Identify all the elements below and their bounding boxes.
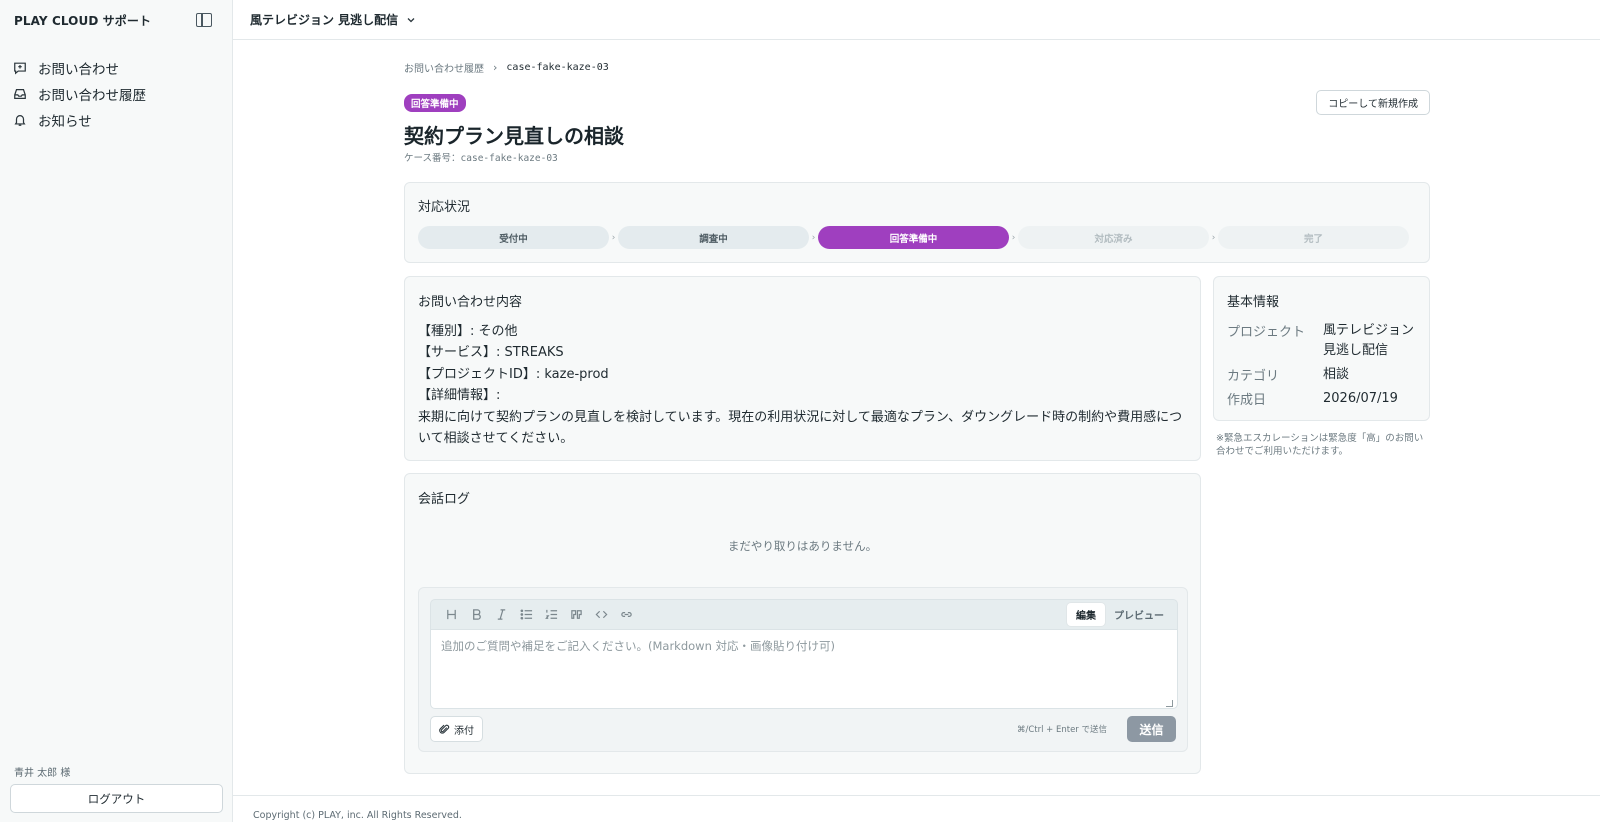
sidebar-item-history[interactable]: お問い合わせ履歴 (0, 81, 232, 107)
tab-preview[interactable]: プレビュー (1105, 603, 1173, 626)
status-step-preparing: 回答準備中 (818, 226, 1009, 249)
paperclip-icon (439, 724, 450, 734)
inquiry-line: 【サービス】: STREAKS (418, 345, 564, 361)
sidebar-item-inquiry[interactable]: お問い合わせ (0, 55, 232, 81)
step-chevron-icon: › (1011, 232, 1016, 243)
status-title: 対応状況 (418, 200, 471, 215)
project-selector[interactable]: 風テレビジョン 見逃し配信 (250, 11, 416, 28)
step-chevron-icon: › (1211, 232, 1216, 243)
send-shortcut-hint: ⌘/Ctrl + Enter で送信 (1016, 725, 1107, 735)
info-key: プロジェクト (1227, 325, 1306, 340)
numbered-list-button[interactable] (539, 604, 564, 626)
attach-label: 添付 (454, 725, 474, 737)
bell-icon (14, 115, 26, 126)
breadcrumb-separator-icon: › (493, 61, 498, 74)
status-steps: 受付中 › 調査中 › 回答準備中 › 対応済み › 完了 (418, 226, 1409, 249)
top-bar: 風テレビジョン 見逃し配信 (233, 0, 1600, 40)
conversation-log-title: 会話ログ (418, 492, 471, 507)
inquiry-title: お問い合わせ内容 (418, 295, 523, 310)
code-button[interactable] (589, 604, 614, 626)
basic-info-title: 基本情報 (1227, 295, 1280, 310)
empty-message: まだやり取りはありません。 (727, 539, 878, 553)
send-button[interactable]: 送信 (1127, 716, 1176, 742)
status-step-responded: 対応済み (1018, 226, 1209, 249)
step-chevron-icon: › (611, 232, 616, 243)
logout-button[interactable]: ログアウト (10, 784, 223, 813)
link-icon (621, 612, 632, 617)
inquiry-line: 【詳細情報】: (418, 388, 501, 404)
tab-edit[interactable]: 編集 (1067, 603, 1105, 626)
user-name: 青井 太郎 様 (14, 768, 71, 779)
info-key: 作成日 (1227, 393, 1267, 408)
footer: Copyright (c) PLAY, inc. All Rights Rese… (233, 795, 1600, 822)
status-card: 対応状況 受付中 › 調査中 › 回答準備中 › 対応済み › 完了 (404, 182, 1430, 263)
inquiry-line: 【プロジェクトID】: kaze-prod (418, 366, 609, 382)
heading-icon (447, 609, 456, 620)
inbox-icon (14, 89, 26, 99)
copy-new-button[interactable]: コピーして新規作成 (1316, 90, 1430, 115)
basic-info-card: 基本情報 プロジェクト 風テレビジョン見逃し配信 カテゴリ 相談 作成日 202… (1213, 276, 1430, 421)
inquiry-line: 【種別】: その他 (418, 324, 518, 339)
case-number-label: ケース番号： (404, 153, 461, 164)
conversation-log-card: 会話ログ まだやり取りはありません。 編集 プレビュー 追加のご質問や補足をご記… (404, 473, 1201, 774)
sidebar-item-label: お問い合わせ (38, 62, 119, 78)
sidebar-nav: お問い合わせ お問い合わせ履歴 お知らせ (0, 55, 232, 133)
heading-button[interactable] (439, 604, 464, 626)
resize-handle-icon[interactable] (1166, 700, 1173, 707)
sidebar-item-label: お問い合わせ履歴 (38, 88, 146, 104)
quote-button[interactable] (564, 604, 589, 626)
sidebar-toggle-icon[interactable] (196, 13, 212, 27)
bullet-list-icon (520, 609, 533, 620)
info-value: 相談 (1323, 367, 1350, 382)
case-number: ケース番号：case-fake-kaze-03 (404, 150, 558, 164)
status-step-investigating: 調査中 (618, 226, 809, 249)
bullet-list-button[interactable] (514, 604, 539, 626)
inquiry-body: 【種別】: その他 【サービス】: STREAKS 【プロジェクトID】: ka… (418, 321, 1187, 449)
attach-button[interactable]: 添付 (430, 716, 483, 742)
info-value: 風テレビジョン見逃し配信 (1323, 323, 1415, 358)
sidebar-item-label: お知らせ (38, 114, 92, 130)
info-row-project: プロジェクト 風テレビジョン見逃し配信 (1227, 321, 1423, 361)
sidebar-item-news[interactable]: お知らせ (0, 107, 232, 133)
chevron-down-icon (407, 17, 415, 22)
status-badge: 回答準備中 (404, 94, 466, 112)
info-row-category: カテゴリ 相談 (1227, 365, 1423, 385)
escalation-note: ※緊急エスカレーションは緊急度「高」のお問い合わせでご利用いただけます。 (1216, 433, 1424, 457)
breadcrumb: お問い合わせ履歴 › case-fake-kaze-03 (404, 60, 609, 75)
quote-icon (571, 610, 582, 619)
sidebar-header: PLAY CLOUD サポート (0, 0, 232, 40)
bold-button[interactable] (464, 604, 489, 626)
page-title: 契約プラン見直しの相談 (404, 124, 624, 148)
info-key: カテゴリ (1227, 369, 1280, 384)
editor-toolbar: 編集 プレビュー (430, 599, 1178, 629)
bold-icon (473, 609, 481, 620)
numbered-list-icon (545, 609, 558, 619)
info-row-created: 作成日 2026/07/19 (1227, 389, 1423, 409)
brand-name: PLAY CLOUD サポート (14, 13, 152, 28)
editor-mode-tabs: 編集 プレビュー (1067, 603, 1173, 626)
status-step-complete: 完了 (1218, 226, 1409, 249)
reply-textarea[interactable] (430, 629, 1178, 709)
link-button[interactable] (614, 604, 639, 626)
breadcrumb-current: case-fake-kaze-03 (506, 62, 609, 73)
code-icon (595, 610, 608, 619)
italic-button[interactable] (489, 604, 514, 626)
inquiry-line: 来期に向けて契約プランの見直しを検討しています。現在の利用状況に対して最適なプラ… (418, 409, 1183, 447)
italic-icon (497, 609, 506, 620)
project-name: 風テレビジョン 見逃し配信 (250, 13, 399, 27)
status-step-received: 受付中 (418, 226, 609, 249)
step-chevron-icon: › (811, 232, 816, 243)
breadcrumb-history-link[interactable]: お問い合わせ履歴 (404, 60, 484, 75)
sidebar: PLAY CLOUD サポート お問い合わせ お問い合わせ履歴 お知らせ 青井 … (0, 0, 233, 822)
inquiry-card: お問い合わせ内容 【種別】: その他 【サービス】: STREAKS 【プロジェ… (404, 276, 1201, 461)
message-plus-icon (14, 62, 26, 75)
info-value: 2026/07/19 (1323, 391, 1398, 406)
case-number-value: case-fake-kaze-03 (460, 153, 558, 164)
reply-composer: 編集 プレビュー 添付 ⌘/Ctrl + Enter で送信 送信 (418, 587, 1188, 752)
